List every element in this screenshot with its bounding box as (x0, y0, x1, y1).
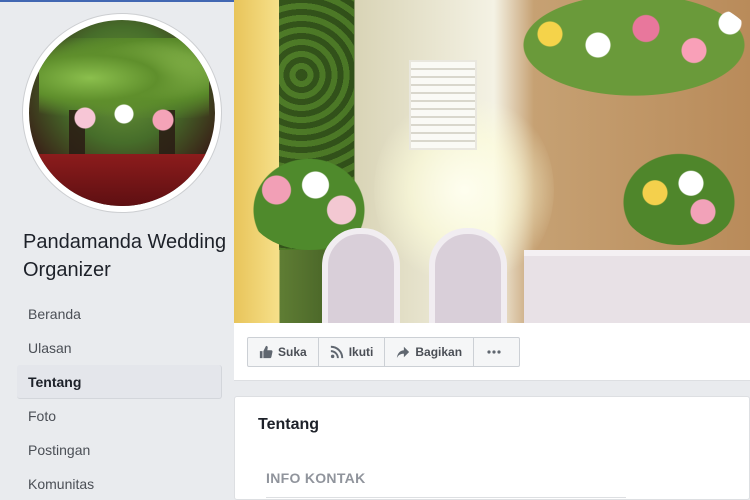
page-nav: Beranda Ulasan Tentang Foto Postingan Ko… (17, 297, 222, 500)
cover-window-shutter (409, 60, 477, 150)
avatar-flowers (59, 98, 189, 138)
page-title[interactable]: Pandamanda Wedding Organizer (23, 228, 228, 284)
profile-picture-frame[interactable] (23, 14, 221, 212)
cover-flower-arrangement (514, 0, 750, 100)
like-button[interactable]: Suka (248, 338, 319, 366)
cover-photo[interactable] (234, 0, 750, 323)
more-button[interactable] (474, 338, 519, 366)
thumbs-up-icon (259, 345, 273, 359)
nav-item-tentang[interactable]: Tentang (17, 365, 222, 399)
rss-icon (330, 345, 343, 359)
follow-label: Ikuti (348, 345, 374, 359)
share-label: Bagikan (415, 345, 463, 359)
page-action-bar: Suka Ikuti Bagikan (234, 323, 750, 381)
share-arrow-icon (397, 346, 410, 359)
cover-bench (524, 250, 750, 323)
nav-item-postingan[interactable]: Postingan (17, 433, 222, 467)
cover-chair (429, 228, 507, 323)
like-label: Suka (278, 345, 307, 359)
follow-button[interactable]: Ikuti (319, 338, 386, 366)
cover-chair (322, 228, 400, 323)
profile-picture[interactable] (29, 20, 215, 206)
section-divider (266, 497, 626, 498)
nav-item-ulasan[interactable]: Ulasan (17, 331, 222, 365)
left-sidebar: Pandamanda Wedding Organizer Beranda Ula… (0, 0, 234, 500)
nav-item-foto[interactable]: Foto (17, 399, 222, 433)
action-button-group: Suka Ikuti Bagikan (247, 337, 521, 367)
more-dots-icon (487, 350, 501, 354)
about-card: Tentang INFO KONTAK (234, 396, 750, 500)
share-button[interactable]: Bagikan (385, 338, 475, 366)
contact-info-heading: INFO KONTAK (266, 470, 366, 486)
nav-item-komunitas[interactable]: Komunitas (17, 467, 222, 500)
nav-item-beranda[interactable]: Beranda (17, 297, 222, 331)
avatar-carpet (29, 154, 215, 206)
about-title: Tentang (258, 416, 320, 433)
cover-flower-arrangement (619, 150, 739, 245)
